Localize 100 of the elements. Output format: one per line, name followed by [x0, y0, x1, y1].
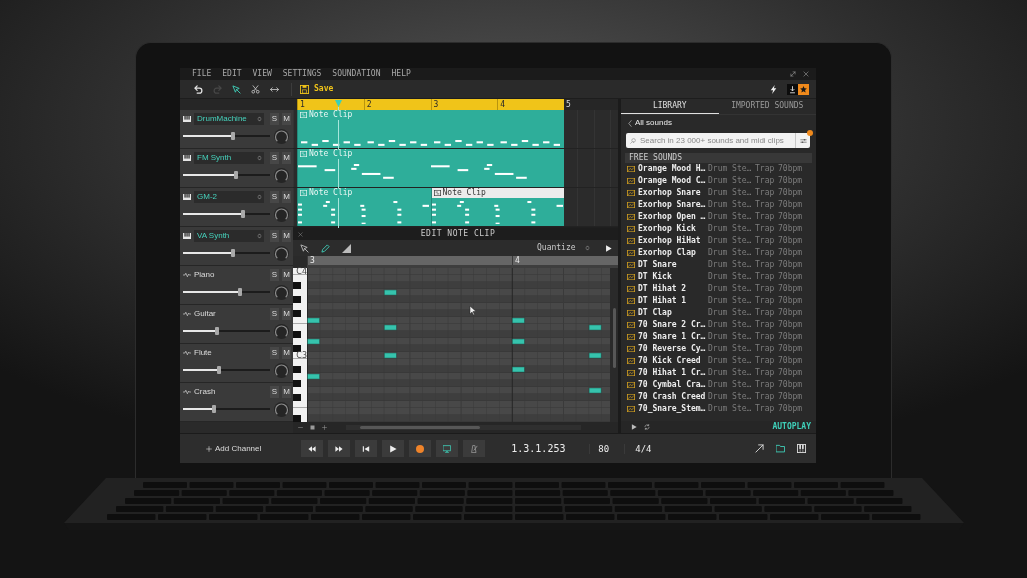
cursor-icon[interactable] [300, 243, 309, 253]
volume-slider[interactable] [183, 327, 270, 335]
sound-name[interactable]: DT Hihat 2 [638, 284, 708, 294]
sound-name[interactable]: 70 Reverse Cy… [638, 344, 708, 354]
menu-item[interactable]: VIEW [252, 69, 272, 79]
instrument-dropdown[interactable]: FM Synth [194, 152, 264, 164]
sound-name[interactable]: 70 Snare 1 Cr… [638, 332, 708, 342]
scrollbar-thumb[interactable] [360, 426, 480, 429]
solo-button[interactable]: S [270, 308, 279, 320]
zoom-out-icon[interactable] [298, 425, 303, 430]
sound-name[interactable]: 70 Hihat 1 Cr… [638, 368, 708, 378]
quantize-dropdown[interactable]: Quantize [533, 242, 593, 254]
scrollbar-thumb[interactable] [612, 308, 616, 368]
instrument-dropdown[interactable]: DrumMachine [194, 113, 264, 125]
instrument-dropdown[interactable]: GM-2 [194, 191, 264, 203]
sound-name[interactable]: DT Kick [638, 272, 708, 282]
note-block[interactable] [588, 352, 602, 359]
play-button[interactable] [382, 440, 405, 457]
note-block[interactable] [384, 289, 397, 296]
cursor-icon[interactable] [232, 84, 241, 94]
horizontal-scrollbar[interactable] [346, 425, 581, 430]
fast-forward-button[interactable] [328, 440, 351, 457]
sound-name[interactable]: 70 Kick Creed [638, 356, 708, 366]
star-icon[interactable] [798, 83, 809, 95]
sound-name[interactable]: Orange Mood C… [638, 176, 708, 186]
back-button[interactable]: All sounds [628, 118, 672, 128]
solo-button[interactable]: S [270, 113, 279, 125]
volume-slider[interactable] [183, 132, 270, 140]
volume-slider[interactable] [183, 366, 270, 374]
note-block[interactable] [512, 317, 525, 324]
volume-slider[interactable] [183, 210, 270, 218]
loop-icon[interactable] [644, 424, 650, 430]
note-block[interactable] [307, 373, 320, 380]
sound-name[interactable]: Exorhop Open … [638, 212, 708, 222]
sound-name[interactable]: 70 Cymbal Cra… [638, 380, 708, 390]
note-clip[interactable]: Note Clip [430, 188, 564, 226]
menu-item[interactable]: EDIT [222, 69, 242, 79]
autoplay-toggle[interactable]: AUTOPLAY [772, 422, 811, 432]
double-arrow-icon[interactable] [270, 84, 279, 94]
play-icon[interactable] [605, 244, 612, 252]
mute-button[interactable]: M [282, 191, 291, 203]
menu-item[interactable]: SETTINGS [282, 69, 322, 79]
menu-item[interactable]: SOUNDATION [332, 69, 381, 79]
mute-button[interactable]: M [282, 347, 291, 359]
sound-name[interactable]: Exorhop Clap [638, 248, 708, 258]
undo-icon[interactable] [194, 84, 203, 94]
note-block[interactable] [307, 317, 320, 324]
play-icon[interactable] [631, 424, 637, 430]
pan-knob-icon[interactable] [274, 167, 289, 183]
slider-handle[interactable] [231, 132, 236, 140]
slider-handle[interactable] [238, 288, 243, 296]
loop-region-bar[interactable]: 1 2 3 4 [297, 99, 564, 110]
note-block[interactable] [307, 338, 320, 345]
instrument-dropdown[interactable]: VA Synth [194, 230, 264, 242]
close-icon[interactable] [298, 231, 303, 237]
solo-button[interactable]: S [270, 347, 279, 359]
folder-icon[interactable] [776, 444, 785, 453]
pan-knob-icon[interactable] [274, 245, 289, 261]
slider-handle[interactable] [212, 405, 217, 413]
solo-button[interactable]: S [270, 230, 279, 242]
volume-slider[interactable] [183, 405, 270, 413]
solo-button[interactable]: S [270, 191, 279, 203]
pan-knob-icon[interactable] [274, 284, 289, 300]
bar-ruler[interactable]: 3 4 [307, 256, 618, 268]
menu-item[interactable]: HELP [391, 69, 411, 79]
filter-button[interactable] [795, 133, 810, 148]
note-block[interactable] [588, 324, 602, 331]
pencil-icon[interactable] [321, 243, 330, 253]
close-icon[interactable] [803, 71, 809, 77]
lightning-icon[interactable] [770, 84, 777, 94]
sound-name[interactable]: Exorhop Snare [638, 188, 708, 198]
pan-knob-icon[interactable] [274, 362, 289, 378]
mute-button[interactable]: M [282, 230, 291, 242]
skip-back-button[interactable] [355, 440, 378, 457]
time-signature[interactable]: 4/4 [624, 443, 652, 454]
pan-knob-icon[interactable] [274, 401, 289, 417]
mute-button[interactable]: M [282, 113, 291, 125]
volume-slider[interactable] [183, 171, 270, 179]
mute-button[interactable]: M [282, 308, 291, 320]
sound-name[interactable]: Exorhop Snare… [638, 200, 708, 210]
record-button[interactable] [409, 440, 432, 457]
slider-handle[interactable] [214, 327, 219, 335]
pan-knob-icon[interactable] [274, 323, 289, 339]
add-channel-button[interactable]: Add Channel [206, 443, 262, 454]
scissors-icon[interactable] [251, 84, 260, 94]
mute-button[interactable]: M [282, 386, 291, 398]
position-display[interactable]: 1.3.1.253 [511, 443, 590, 454]
download-icon[interactable] [787, 83, 798, 95]
sound-name[interactable]: 70 Crash Creed [638, 392, 708, 402]
search-field[interactable]: Search in 23 000+ sounds and midi clips [626, 133, 795, 148]
rewind-button[interactable] [301, 440, 324, 457]
sound-name[interactable]: DT Clap [638, 308, 708, 318]
solo-button[interactable]: S [270, 386, 279, 398]
mute-button[interactable]: M [282, 269, 291, 281]
export-arrow-icon[interactable] [755, 444, 764, 453]
tempo-display[interactable]: 80 [589, 443, 625, 454]
slider-handle[interactable] [241, 210, 245, 218]
sound-name[interactable]: DT Snare [638, 260, 708, 270]
sound-name[interactable]: Exorhop Kick [638, 224, 708, 234]
sound-name[interactable]: 70_Snare_Stem… [638, 404, 708, 414]
